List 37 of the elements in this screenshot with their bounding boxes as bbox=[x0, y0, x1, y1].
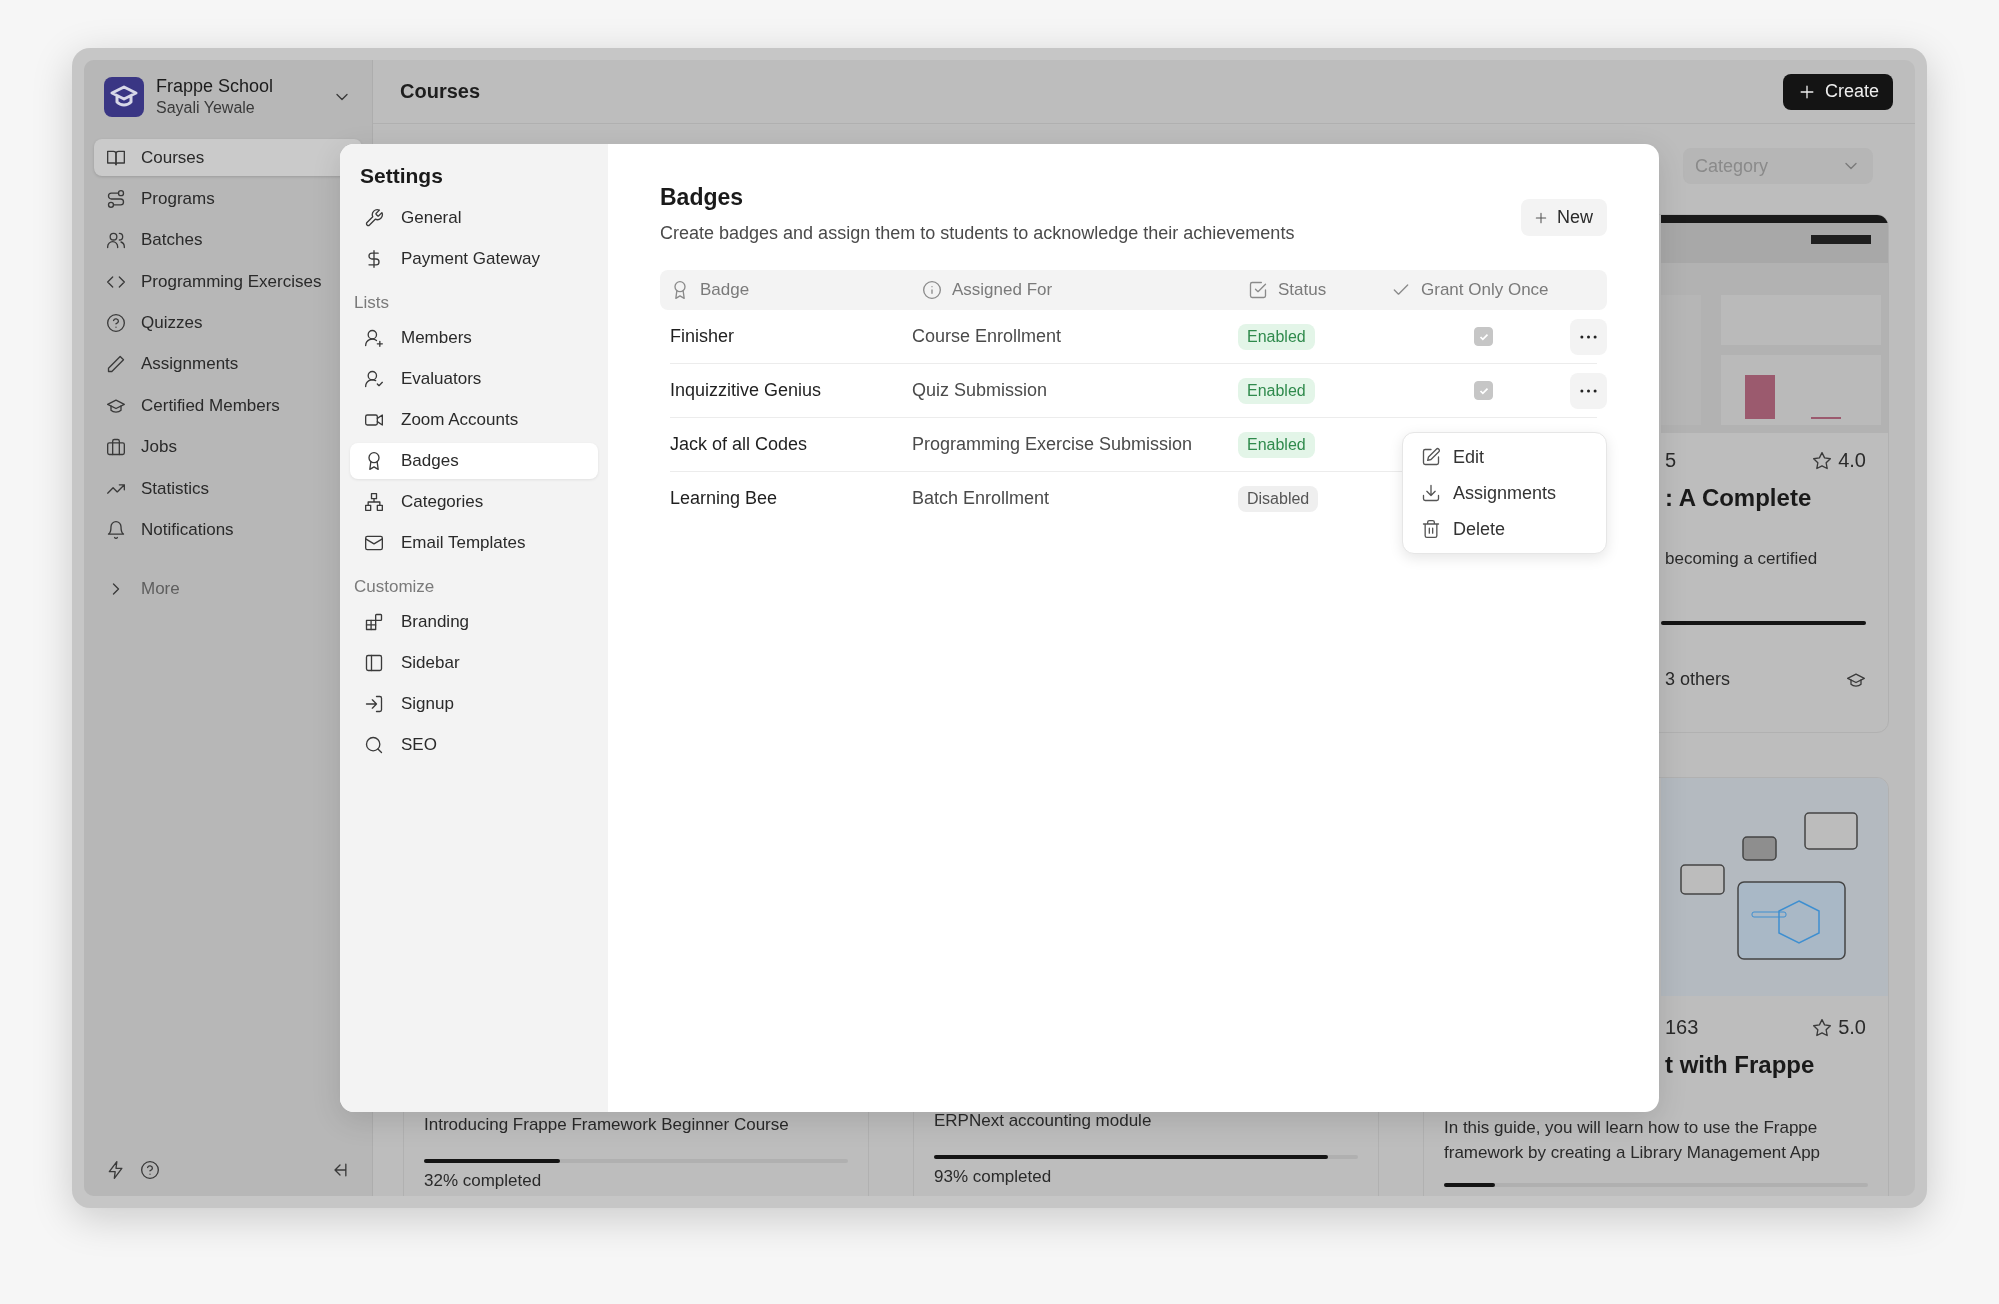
rating: 5.0 bbox=[1838, 1016, 1866, 1039]
user-name: Sayali Yewale bbox=[156, 99, 256, 117]
column-header: Status bbox=[1278, 280, 1327, 300]
table-cell: Inquizzitive Genius bbox=[670, 380, 822, 400]
column-header: Assigned For bbox=[952, 280, 1053, 300]
dialog-title: Settings bbox=[359, 164, 444, 189]
course-description: Introducing Frappe Framework Beginner Course bbox=[424, 1114, 790, 1136]
course-title: t with Frappe bbox=[1665, 1051, 1816, 1079]
table-cell: Course Enrollment bbox=[912, 326, 1062, 346]
progress-status: 32% completed bbox=[424, 1171, 543, 1191]
progress-status: 93% completed bbox=[934, 1167, 1053, 1187]
table-cell: Batch Enrollment bbox=[912, 488, 1050, 508]
column-header: Grant Only Once bbox=[1421, 280, 1549, 300]
status-badge: Enabled bbox=[1238, 377, 1315, 404]
page-title: Courses bbox=[400, 80, 481, 103]
section-label: Lists bbox=[354, 292, 390, 314]
table-cell: Jack of all Codes bbox=[670, 434, 808, 454]
table-cell: Learning Bee bbox=[670, 488, 778, 508]
rating: 4.0 bbox=[1838, 449, 1866, 472]
section-title: Badges bbox=[660, 184, 745, 211]
course-description: becoming a certified bbox=[1665, 548, 1819, 570]
module-count: 5 bbox=[1665, 449, 1677, 472]
status-badge: Enabled bbox=[1238, 323, 1315, 350]
column-header: Badge bbox=[700, 280, 750, 300]
course-description: ERPNext accounting module bbox=[934, 1110, 1153, 1132]
org-name: Frappe School bbox=[156, 76, 275, 97]
section-label: Customize bbox=[354, 576, 436, 598]
instructors: 3 others bbox=[1665, 669, 1731, 690]
section-description: Create badges and assign them to students to acknowledge their achievements bbox=[660, 223, 1295, 244]
course-description: In this guide, you will learn how to use the Frappe framework by creating a Library Management App bbox=[1444, 1117, 1822, 1164]
table-cell: Programming Exercise Submission bbox=[912, 434, 1193, 454]
module-count: 163 bbox=[1665, 1016, 1699, 1039]
table-cell: Quiz Submission bbox=[912, 380, 1048, 400]
status-badge: Disabled bbox=[1238, 485, 1319, 512]
status-badge: Enabled bbox=[1238, 431, 1315, 458]
table-cell: Finisher bbox=[670, 326, 735, 346]
course-title: : A Complete bbox=[1665, 484, 1813, 512]
